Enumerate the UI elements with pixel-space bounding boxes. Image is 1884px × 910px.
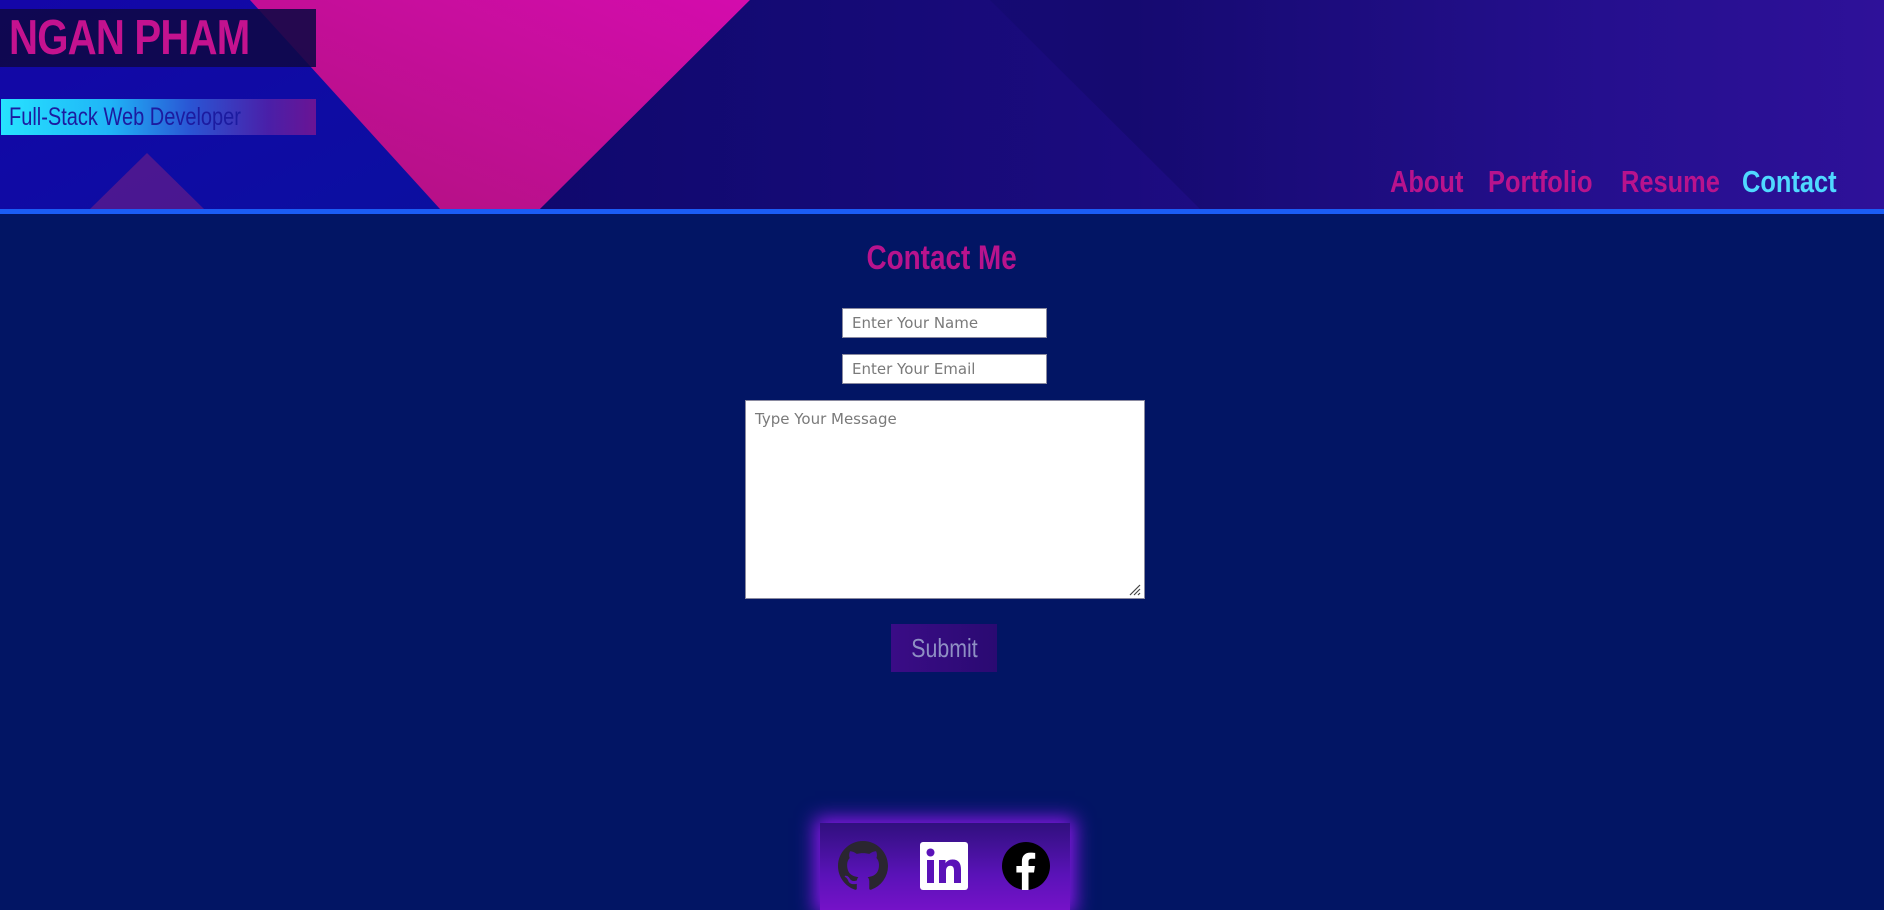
nav-resume[interactable]: Resume [1621, 160, 1720, 204]
github-icon[interactable] [838, 841, 888, 891]
nav-contact[interactable]: Contact [1742, 160, 1837, 204]
nav-about[interactable]: About [1390, 160, 1463, 204]
message-textarea[interactable] [745, 400, 1145, 599]
site-name: NGAN PHAM [9, 11, 250, 65]
site-tagline: Full-Stack Web Developer [9, 103, 241, 131]
email-input[interactable] [842, 354, 1047, 384]
page-title: Contact Me [0, 236, 1884, 280]
header-divider [0, 209, 1884, 214]
resize-grip-icon[interactable] [1127, 582, 1141, 596]
contact-page: NGAN PHAM Full-Stack Web Developer About… [0, 0, 1884, 910]
linkedin-icon[interactable] [919, 841, 969, 891]
facebook-icon[interactable] [1001, 841, 1051, 891]
name-input[interactable] [842, 308, 1047, 338]
submit-button[interactable]: Submit [891, 624, 997, 672]
submit-label: Submit [910, 633, 978, 663]
nav-portfolio[interactable]: Portfolio [1488, 160, 1592, 204]
page-title-text: Contact Me [866, 239, 1018, 277]
